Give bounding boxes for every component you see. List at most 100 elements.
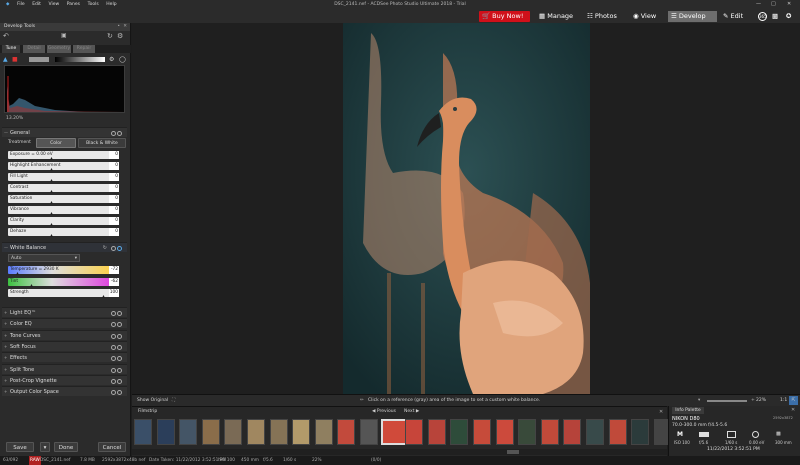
slider-knob[interactable] [50,157,53,160]
next-button[interactable]: Next ▶ [404,409,419,414]
done-button[interactable]: Done [54,442,78,452]
strength-knob[interactable] [102,295,105,298]
filmstrip-scrollbar[interactable] [132,449,667,455]
general-section-header[interactable]: General [2,127,127,138]
wb-picker-icon[interactable]: ▣ [61,32,67,39]
gear-icon[interactable] [111,311,116,316]
undo-icon[interactable]: ↶ [3,32,9,40]
scrollbar-thumb[interactable] [507,450,519,454]
section-4[interactable]: Effects [2,352,127,363]
filmstrip-thumbnail[interactable] [314,419,333,445]
gear-icon[interactable] [111,333,116,339]
develop-mode-button[interactable]: ☰ Develop [668,11,717,22]
slider-value[interactable]: 0 [109,162,119,170]
filmstrip-thumbnail[interactable] [337,419,356,445]
edit-mode-button[interactable]: ✎ Edit [720,11,746,22]
panel-close-icon[interactable]: ✕ [123,23,127,31]
tint-value[interactable]: -62 [109,278,119,286]
dashboard-button[interactable]: ▩ [769,11,781,22]
settings-gear-icon[interactable]: ⚙ [117,32,123,40]
filmstrip-close-icon[interactable]: ✕ [659,409,663,415]
zoom-out-icon[interactable]: ▾ [698,395,700,406]
histogram-gear-icon[interactable]: ⚙ [109,56,114,63]
save-button[interactable]: Save [6,442,34,452]
acdsee-button[interactable]: ✪ [783,11,794,22]
tab-geometry[interactable]: Geometry [47,45,71,53]
filmstrip-thumbnail[interactable] [473,419,491,445]
wb-gear-icon[interactable] [111,246,116,251]
slider-value[interactable]: 0 [109,195,119,203]
slider-knob[interactable] [50,234,53,237]
slider-0[interactable]: Exposure = 0.00 eV 0 [8,151,119,160]
slider-knob[interactable] [50,168,53,171]
zoom-in-icon[interactable]: + [751,395,755,406]
slider-value[interactable]: 0 [109,173,119,181]
buy-now-button[interactable]: 🛒 Buy Now! [479,11,530,22]
power-icon[interactable] [117,378,122,384]
strength-slider[interactable]: Strength 100 [8,289,119,298]
gear-icon[interactable] [111,367,116,373]
filmstrip-thumbnail[interactable] [427,419,446,445]
power-icon[interactable] [117,333,122,339]
wb-preset-select[interactable]: Auto ▾ [8,254,80,262]
filmstrip-thumbnail[interactable] [156,419,175,445]
close-button[interactable]: ✕ [787,0,791,9]
tab-detail[interactable]: Detail [23,45,45,53]
minimize-button[interactable]: — [756,0,761,9]
wb-power-icon[interactable] [117,246,122,251]
filmstrip-thumbnail[interactable] [380,419,407,445]
slider-6[interactable]: Clarity 0 [8,217,119,226]
one-to-one-button[interactable]: 1:1 [780,395,787,406]
temperature-knob[interactable] [16,272,19,275]
fit-screen-icon[interactable]: ⇱ [789,396,798,405]
view-mode-button[interactable]: ◉ View [630,11,659,22]
zoom-value[interactable]: 22% [756,395,766,406]
slider-4[interactable]: Saturation 0 [8,195,119,204]
reset-icon[interactable]: ↻ [107,32,113,40]
filmstrip-thumbnail[interactable] [292,419,311,445]
gear-icon[interactable] [111,131,116,136]
power-icon[interactable] [117,131,122,136]
slider-knob[interactable] [50,212,53,215]
section-0[interactable]: Light EQ™ [2,307,127,318]
filmstrip-thumbnail[interactable] [179,419,198,445]
section-1[interactable]: Color EQ [2,318,127,329]
power-icon[interactable] [117,356,122,362]
main-photo[interactable] [343,23,590,394]
slider-knob[interactable] [50,201,53,204]
filmstrip-thumbnail[interactable] [247,419,265,445]
strength-value[interactable]: 100 [109,289,119,297]
slider-value[interactable]: 0 [109,228,119,236]
section-6[interactable]: Post-Crop Vignette [2,374,127,386]
power-icon[interactable] [117,311,122,316]
slider-value[interactable]: 0 [109,151,119,159]
filmstrip-thumbnail[interactable] [450,419,469,445]
temperature-value[interactable]: -72 [109,266,119,274]
filmstrip-thumbnail[interactable] [586,419,604,445]
power-icon[interactable] [117,390,122,396]
filmstrip-thumbnail[interactable] [269,419,288,445]
slider-knob[interactable] [50,179,53,182]
power-icon[interactable] [117,322,122,328]
color-button[interactable]: Color [36,138,76,148]
tab-repair[interactable]: Repair [73,45,95,53]
filmstrip-thumbnail[interactable] [405,419,424,445]
histogram-power-icon[interactable]: ◯ [119,56,126,63]
maximize-button[interactable]: □ [771,0,776,9]
slider-3[interactable]: Contrast 0 [8,184,119,193]
tint-slider[interactable]: Tint -62 [8,278,119,287]
fullscreen-icon[interactable]: ⛶ [172,395,175,406]
filmstrip-thumbnail[interactable] [224,419,243,445]
tab-tune[interactable]: Tune [2,45,20,53]
filmstrip-thumbnail[interactable] [134,419,152,445]
section-7[interactable]: Output Color Space [2,386,127,397]
filmstrip-thumbnail[interactable] [495,419,514,445]
zoom-slider[interactable] [707,400,747,402]
slider-2[interactable]: Fill Light 0 [8,173,119,182]
gear-icon[interactable] [111,356,116,362]
photos-mode-button[interactable]: ☷ Photos [584,11,620,22]
power-icon[interactable] [117,367,122,373]
section-3[interactable]: Soft Focus [2,340,127,352]
gear-icon[interactable] [111,378,116,384]
wb-reset-icon[interactable]: ↻ [103,243,107,253]
